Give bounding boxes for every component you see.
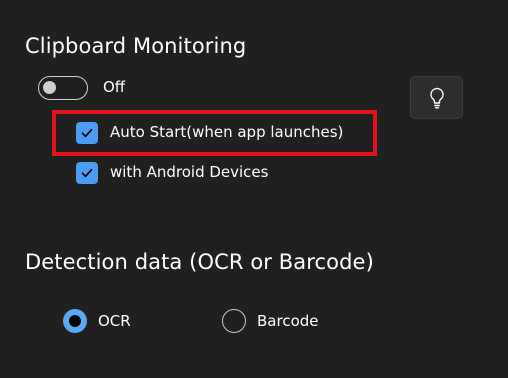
android-devices-label: with Android Devices <box>110 163 269 181</box>
ocr-radio[interactable] <box>63 309 87 333</box>
settings-panel: Clipboard Monitoring Off Auto Start(when… <box>0 0 508 378</box>
toggle-state-label: Off <box>103 78 126 96</box>
checkmark-icon <box>81 129 93 138</box>
lightbulb-icon <box>429 87 444 108</box>
toggle-knob <box>43 81 56 94</box>
auto-start-label: Auto Start(when app launches) <box>110 123 344 141</box>
barcode-label: Barcode <box>257 312 319 330</box>
ocr-label: OCR <box>98 312 131 330</box>
android-devices-checkbox[interactable] <box>76 162 98 184</box>
checkmark-icon <box>81 169 93 178</box>
barcode-radio[interactable] <box>222 309 246 333</box>
clipboard-monitoring-toggle[interactable] <box>38 76 88 100</box>
tip-button[interactable] <box>410 76 463 119</box>
auto-start-checkbox[interactable] <box>76 122 98 144</box>
detection-data-heading: Detection data (OCR or Barcode) <box>25 250 374 274</box>
clipboard-monitoring-heading: Clipboard Monitoring <box>25 34 247 58</box>
